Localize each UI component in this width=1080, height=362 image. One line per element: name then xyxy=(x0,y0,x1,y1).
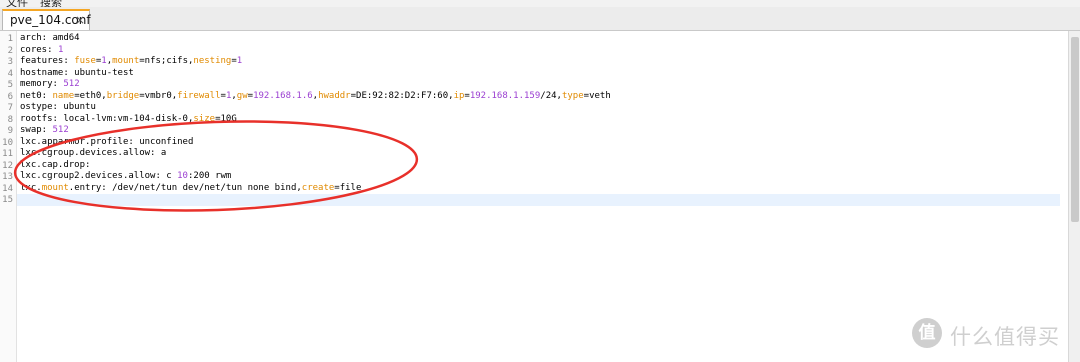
line-number: 5 xyxy=(7,80,13,90)
menu-search[interactable]: 搜索 xyxy=(40,0,62,7)
code-line[interactable]: hostname: ubuntu-test xyxy=(20,68,134,79)
watermark-logo-icon: 值 xyxy=(912,318,942,348)
code-text-token: lxc.cap.drop: xyxy=(20,159,91,170)
code-text-token: net0: xyxy=(20,90,53,101)
code-key-token: gw xyxy=(236,90,248,101)
code-text-token: lxc.apparmor.profile: unconfined xyxy=(20,136,194,147)
line-number: 10 xyxy=(2,137,13,148)
code-line[interactable]: cores: 1 xyxy=(20,45,63,56)
code-key-token: ip xyxy=(453,90,465,101)
code-number-token: 1 xyxy=(236,56,243,66)
line-number: 6 xyxy=(7,91,13,102)
code-key-token: mount xyxy=(112,56,140,66)
code-text-token: arch: amd64 xyxy=(20,33,80,43)
line-number-gutter: 1 2 3 4 5 6 7 8 9 10 11 12 13 14 15 xyxy=(0,31,17,362)
code-line[interactable]: lxc.cgroup2.devices.allow: c 10:200 rwm xyxy=(20,171,231,182)
code-text-token: lxc. xyxy=(20,182,42,193)
code-key-token: firewall xyxy=(177,90,221,101)
code-text-token: =veth xyxy=(583,90,611,101)
code-text-token: :200 rwm xyxy=(187,171,232,181)
code-line[interactable]: memory: 512 xyxy=(20,79,80,90)
line-number: 14 xyxy=(2,183,13,194)
code-key-token: size xyxy=(193,113,216,124)
code-text-token: /24, xyxy=(540,90,562,101)
line-number: 9 xyxy=(7,126,13,136)
code-number-token: 192.168.1.6 xyxy=(253,90,313,101)
code-key-token: nesting xyxy=(193,56,232,66)
code-line[interactable]: lxc.mount.entry: /dev/net/tun dev/net/tu… xyxy=(20,183,361,194)
code-text-token: ostype: ubuntu xyxy=(20,102,96,112)
code-text-token: =DE:92:82:D2:F7:60, xyxy=(350,90,454,101)
line-number: 4 xyxy=(7,68,13,79)
line-number: 15 xyxy=(2,195,13,205)
code-number-token: 192.168.1.159 xyxy=(469,90,541,101)
code-text-token: =file xyxy=(334,182,362,193)
code-text-token: =10G xyxy=(215,113,237,124)
code-text-token: features: xyxy=(20,56,75,66)
code-text-token: .entry: /dev/net/tun dev/net/tun none bi… xyxy=(68,182,302,193)
code-key-token: mount xyxy=(41,182,69,193)
code-key-token: type xyxy=(561,90,584,101)
code-line[interactable]: lxc.cap.drop: xyxy=(20,160,90,171)
code-text-token: rootfs: local-lvm:vm-104-disk-0, xyxy=(20,113,194,124)
code-text-token: lxc.cgroup.devices.allow: a xyxy=(20,148,167,158)
code-number-token: 512 xyxy=(52,125,69,135)
code-text-token: swap: xyxy=(20,125,53,135)
code-text-token: =eth0, xyxy=(74,90,107,101)
watermark-text: 什么值得买 xyxy=(950,325,1060,349)
line-number: 3 xyxy=(7,57,13,67)
line-number: 1 xyxy=(7,34,13,44)
code-line[interactable]: lxc.apparmor.profile: unconfined xyxy=(20,137,193,148)
code-line[interactable]: lxc.cgroup.devices.allow: a xyxy=(20,148,166,159)
code-key-token: name xyxy=(52,90,75,101)
code-line[interactable]: features: fuse=1,mount=nfs;cifs,nesting=… xyxy=(20,56,242,67)
code-line[interactable]: arch: amd64 xyxy=(20,33,80,44)
code-line[interactable]: ostype: ubuntu xyxy=(20,102,96,113)
current-line-highlight xyxy=(17,193,1060,206)
code-text-token: cores: xyxy=(20,44,58,55)
scrollbar-thumb[interactable] xyxy=(1071,37,1079,222)
code-line[interactable]: rootfs: local-lvm:vm-104-disk-0,size=10G xyxy=(20,114,237,125)
code-key-token: fuse xyxy=(74,56,96,66)
code-key-token: create xyxy=(301,182,335,193)
menu-file[interactable]: 文件 xyxy=(6,0,28,7)
line-number: 7 xyxy=(7,103,13,113)
line-number: 11 xyxy=(2,149,13,159)
code-key-token: bridge xyxy=(106,90,140,101)
code-number-token: 10 xyxy=(177,171,188,181)
code-text-token: =vmbr0, xyxy=(139,90,178,101)
code-text-token: memory: xyxy=(20,79,64,89)
code-text-token: hostname: ubuntu-test xyxy=(20,67,134,78)
tab-pve-104-conf[interactable]: pve_104.conf × xyxy=(2,9,91,30)
line-number: 8 xyxy=(7,114,13,125)
code-editor[interactable]: 1 2 3 4 5 6 7 8 9 10 11 12 13 14 15 arch: amd64 cores: … xyxy=(0,31,1068,362)
code-text-token: lxc.cgroup2.devices.allow: c xyxy=(20,171,178,181)
line-number: 13 xyxy=(2,172,13,182)
close-icon[interactable]: × xyxy=(75,13,85,27)
watermark: 值 什么值得买 xyxy=(912,318,1072,350)
code-number-token: 512 xyxy=(63,79,80,89)
line-number: 2 xyxy=(7,45,13,56)
code-key-token: hwaddr xyxy=(318,90,351,101)
vertical-scrollbar[interactable] xyxy=(1068,31,1080,362)
menu-bar: 文件 搜索 xyxy=(0,0,1080,7)
tab-bar: pve_104.conf × xyxy=(0,7,1080,31)
code-line[interactable]: swap: 512 xyxy=(20,125,69,136)
code-number-token: 1 xyxy=(57,44,64,55)
line-number: 12 xyxy=(2,160,13,171)
code-line[interactable]: net0: name=eth0,bridge=vmbr0,firewall=1,… xyxy=(20,91,611,102)
code-text-token: =nfs;cifs, xyxy=(139,56,194,66)
